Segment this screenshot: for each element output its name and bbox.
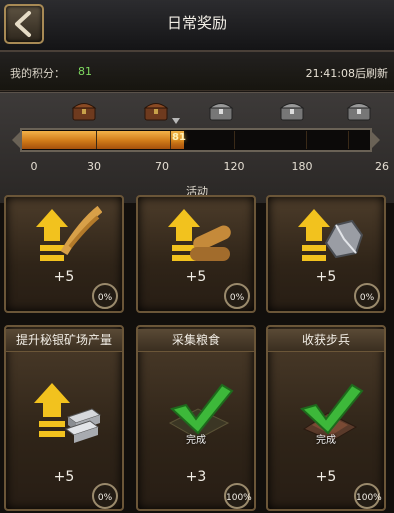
progress-fill (22, 131, 185, 149)
locked-chest-icon[interactable] (346, 98, 372, 122)
progress-percent-badge: 100% (354, 483, 382, 509)
page-title: 日常奖励 (166, 14, 227, 32)
track-right-cap (372, 132, 380, 148)
progress-percent-badge: 0% (354, 283, 380, 309)
points-label: 我的积分： (10, 67, 65, 80)
task-title: 收获步兵 (268, 329, 384, 352)
milestone-label: 120 (223, 160, 245, 173)
chest-icon[interactable] (71, 98, 97, 122)
milestone-label: 180 (291, 160, 313, 173)
track-tick (348, 131, 349, 149)
milestone-label: 26 (375, 160, 389, 173)
task-grid: +5 0% +5 0% +5 0% 提升秘银矿场产量 +5 0% 采集粮食 完成… (0, 195, 394, 513)
progress-percent-badge: 0% (92, 283, 118, 309)
locked-chest-icon[interactable] (208, 98, 234, 122)
back-button[interactable] (4, 4, 44, 44)
chevron-left-icon (15, 11, 31, 37)
points-value: 81 (78, 65, 92, 78)
task-card[interactable]: 提升秘银矿场产量 +5 0% (4, 325, 124, 511)
points-bar: 我的积分： 81 21:41:08后刷新 (0, 52, 394, 91)
locked-chest-icon[interactable] (279, 98, 305, 122)
task-card[interactable]: 收获步兵 完成 +5 100% (266, 325, 386, 511)
progress-percent-badge: 0% (224, 283, 250, 309)
track-left-cap (12, 132, 20, 148)
milestone-label: 30 (87, 160, 101, 173)
task-card[interactable]: 采集粮食 完成 +3 100% (136, 325, 256, 511)
track-tick (96, 131, 97, 149)
progress-track: 81 (12, 128, 380, 152)
track-tick (306, 131, 307, 149)
current-marker (172, 118, 180, 124)
task-card[interactable]: +5 0% (136, 195, 256, 313)
progress-percent-badge: 100% (224, 483, 252, 509)
refresh-timer: 21:41:08后刷新 (305, 67, 388, 80)
header-bar: 日常奖励 (0, 0, 394, 52)
track-tick (170, 131, 171, 149)
milestone-label: 0 (30, 160, 38, 173)
wheat-upgrade-icon (30, 203, 103, 269)
milestone-label: 70 (155, 160, 169, 173)
task-title: 提升秘银矿场产量 (6, 329, 122, 352)
task-card[interactable]: +5 0% (4, 195, 124, 313)
completed-label: 完成 (316, 435, 336, 446)
progress-value: 81 (172, 132, 186, 143)
task-card[interactable]: +5 0% (266, 195, 386, 313)
chest-icon[interactable] (143, 98, 169, 122)
task-title: 采集粮食 (138, 329, 254, 352)
silver-upgrade-icon (30, 379, 102, 445)
track-tick (234, 131, 235, 149)
completed-label: 完成 (186, 435, 206, 446)
progress-percent-badge: 0% (92, 483, 118, 509)
ore-upgrade-icon (292, 203, 364, 269)
wood-upgrade-icon (162, 203, 234, 269)
